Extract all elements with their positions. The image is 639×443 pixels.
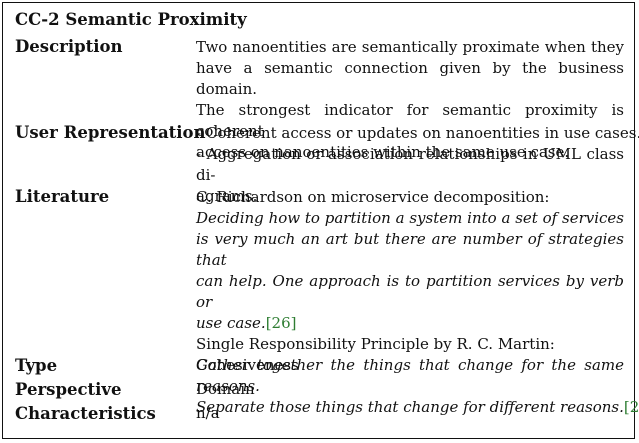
- type-label: Type: [15, 356, 58, 375]
- perspective-value: Domain: [196, 380, 255, 398]
- literature-ref1-quote-line: can help. One approach is to partition s…: [196, 272, 624, 311]
- type-value: Cohesiveness: [196, 356, 299, 374]
- literature-ref1-quote-line: Deciding how to partition a system into …: [196, 209, 624, 227]
- characteristics-value: n/a: [196, 404, 220, 422]
- description-line: Two nanoentities are semantically proxim…: [196, 38, 624, 56]
- citation-link-26[interactable]: [26]: [266, 314, 297, 332]
- literature-ref1-heading: C. Richardson on microservice decomposit…: [196, 188, 550, 206]
- literature-ref1-quote-last: use case.[26]: [196, 313, 624, 334]
- user-representation-line: - Coherent access or updates on nanoenti…: [196, 124, 639, 142]
- description-line: have a semantic connection given by the …: [196, 59, 624, 98]
- user-representation-label: User Representation: [15, 123, 206, 142]
- literature-label: Literature: [15, 187, 110, 206]
- characteristics-label: Characteristics: [15, 404, 156, 423]
- literature-ref2-heading: Single Responsibility Principle by R. C.…: [196, 335, 555, 353]
- literature-ref1-quote-line: use case.: [196, 314, 266, 332]
- user-representation-line: - Aggregation or association relationshi…: [196, 145, 624, 184]
- citation-link-20[interactable]: [20]: [624, 398, 639, 416]
- literature-ref1-quote-line: is very much an art but there are number…: [196, 230, 624, 269]
- card-title: CC-2 Semantic Proximity: [15, 10, 247, 29]
- perspective-label: Perspective: [15, 380, 122, 399]
- description-label: Description: [15, 37, 123, 56]
